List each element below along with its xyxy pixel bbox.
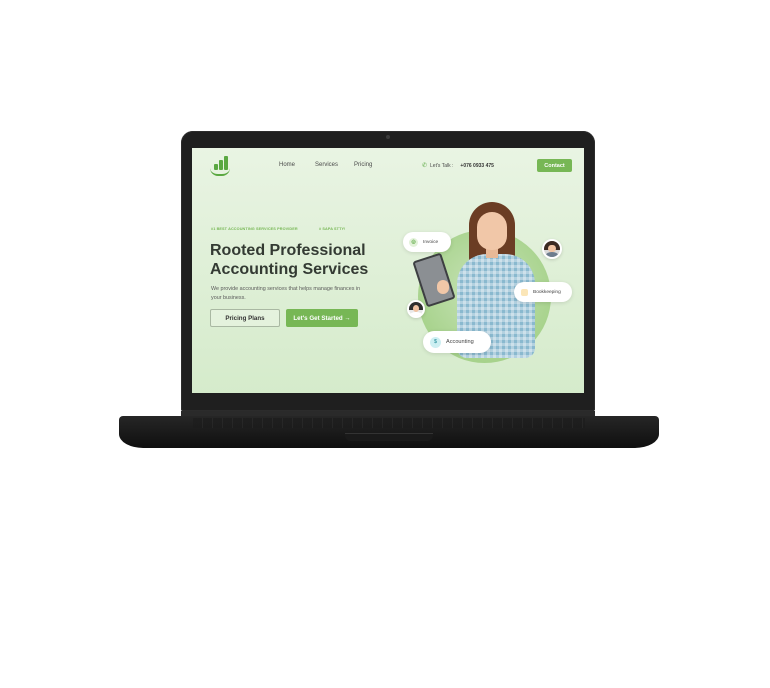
avatar <box>542 239 562 259</box>
invoice-chip-label: Invoice <box>423 239 439 245</box>
keyboard-edge <box>193 418 585 428</box>
webcam <box>386 135 390 139</box>
hero-subtitle: We provide accounting services that help… <box>211 286 361 301</box>
accounting-chip-label: Accounting <box>446 339 474 345</box>
headline-line-1: Rooted Professional <box>210 242 366 259</box>
laptop-lid: Home Services Pricing ✆ Let's Talk : +07… <box>181 131 595 411</box>
laptop-base <box>119 416 659 448</box>
bookkeeping-chip-label: Bookkeeping <box>533 289 561 295</box>
invoice-icon: ◎ <box>409 237 418 247</box>
folder-icon <box>521 288 528 296</box>
nav-pricing[interactable]: Pricing <box>354 162 372 168</box>
headline-line-2: Accounting Services <box>210 261 369 278</box>
logo-icon[interactable] <box>210 154 232 176</box>
nav-services[interactable]: Services <box>315 162 338 168</box>
get-started-button[interactable]: Let's Get Started → <box>286 309 358 327</box>
laptop-screen: Home Services Pricing ✆ Let's Talk : +07… <box>192 148 584 393</box>
phone-contact[interactable]: ✆ Let's Talk : +076 0933 475 <box>422 162 494 170</box>
phone-number: +076 0933 475 <box>460 162 494 169</box>
pricing-plans-button[interactable]: Pricing Plans <box>210 309 280 327</box>
contact-button[interactable]: Contact <box>537 159 572 172</box>
dollar-icon: $ <box>430 336 441 348</box>
hero-tag-secondary: # SAPA STTY! <box>319 227 346 231</box>
hero-tag-primary: #1 BEST ACCOUNTING SERVICES PROVIDER <box>211 227 298 231</box>
accounting-chip: $ Accounting <box>423 331 491 353</box>
avatar <box>407 300 425 318</box>
trackpad-notch <box>345 433 433 441</box>
bookkeeping-chip: Bookkeeping <box>514 282 572 302</box>
invoice-chip: ◎ Invoice <box>403 232 451 252</box>
phone-icon: ✆ <box>422 163 428 169</box>
hero-headline: Rooted Professional Accounting Services <box>210 241 400 279</box>
phone-label: Let's Talk : <box>430 162 454 169</box>
nav-home[interactable]: Home <box>279 162 295 168</box>
